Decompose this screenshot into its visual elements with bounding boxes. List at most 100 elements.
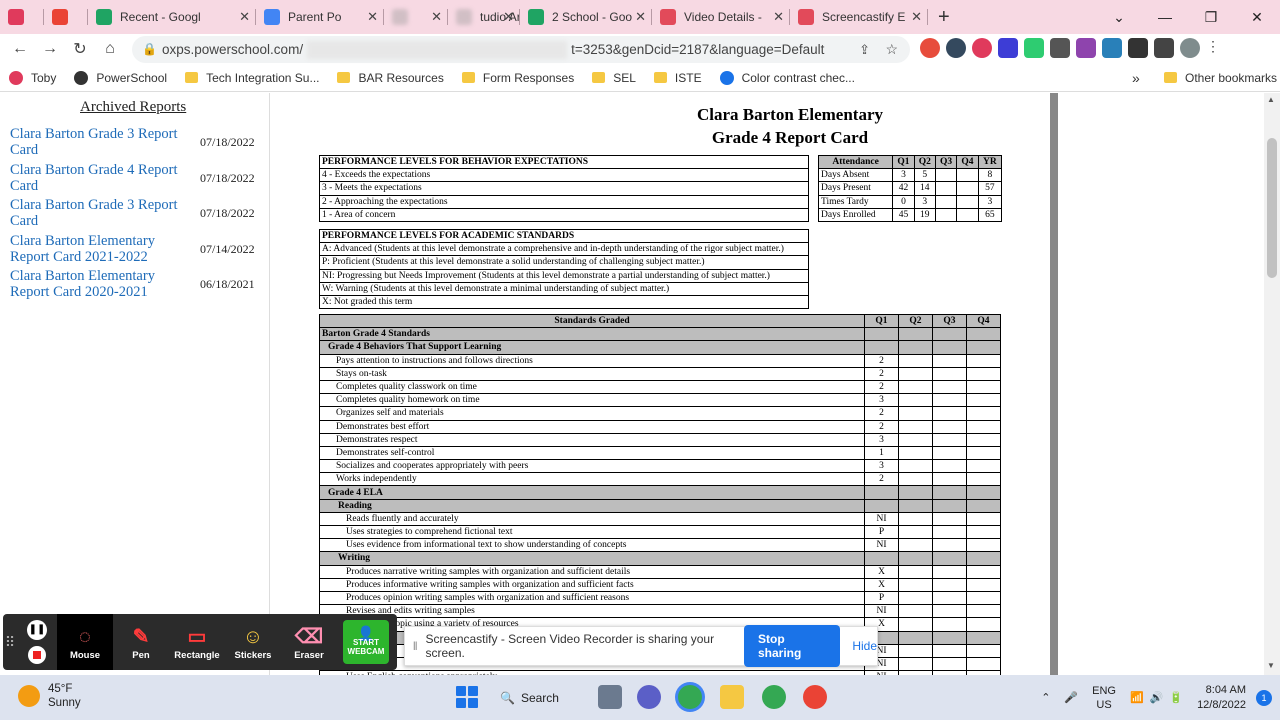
drag-handle-icon[interactable]: ⠿	[3, 634, 17, 651]
browser-tab[interactable]: Parent Po ✕	[256, 0, 384, 34]
share-icon[interactable]: ⇪	[859, 42, 870, 58]
start-button[interactable]	[456, 686, 478, 708]
side-panel-icon[interactable]	[1154, 38, 1174, 58]
gmail-icon	[52, 9, 68, 25]
puzzle-extensions-icon[interactable]	[1128, 38, 1148, 58]
home-button[interactable]: ⌂	[95, 40, 125, 58]
grade-q4	[966, 340, 1001, 355]
browser-tab[interactable]: tudio Ar ✕	[448, 0, 520, 34]
other-bookmarks-folder[interactable]: Other bookmarks	[1155, 71, 1280, 85]
bookmark-item[interactable]: SEL	[583, 71, 645, 85]
bookmark-star-icon[interactable]: ☆	[885, 41, 898, 58]
chrome-icon[interactable]	[678, 685, 702, 709]
chevron-down-icon[interactable]: ⌄	[1096, 9, 1142, 26]
close-tab-icon[interactable]: ✕	[239, 9, 250, 25]
browser-tab[interactable]: Screencastify E ✕	[790, 0, 928, 34]
browser-tab[interactable]: Video Details - ✕	[652, 0, 790, 34]
scroll-down-arrow-icon[interactable]: ▼	[1267, 661, 1275, 670]
clock[interactable]: 8:04 AM 12/8/2022	[1197, 683, 1246, 713]
close-tab-icon[interactable]: ✕	[911, 9, 922, 25]
translate-extension-icon[interactable]	[1102, 38, 1122, 58]
stop-sharing-button[interactable]: Stop sharing	[744, 625, 841, 667]
tool-stickers-button[interactable]: ☺ Stickers	[225, 614, 281, 670]
extension-icon[interactable]	[920, 38, 940, 58]
mouse-cursor-icon: ◌	[79, 625, 91, 648]
profile-avatar[interactable]	[1180, 38, 1200, 58]
chrome-profile-icon[interactable]	[803, 685, 827, 709]
close-tab-icon[interactable]: ✕	[431, 9, 442, 25]
screenshot-extension-icon[interactable]	[1050, 38, 1070, 58]
extension-icon[interactable]	[998, 38, 1018, 58]
chevron-up-icon[interactable]: ⌃	[1041, 691, 1050, 704]
archived-report-link[interactable]: Clara Barton Grade 4 Report Card	[10, 162, 190, 194]
tool-mouse-button[interactable]: ◌ Mouse	[57, 614, 113, 670]
more-bookmarks-icon[interactable]: »	[1132, 70, 1140, 86]
drag-handle-icon[interactable]: ‖	[405, 639, 425, 653]
notification-badge[interactable]: 1	[1256, 689, 1272, 706]
taskbar-search[interactable]: 🔍 Search	[500, 683, 580, 713]
browser-tab[interactable]: ✕	[384, 0, 448, 34]
minimize-button[interactable]: —	[1142, 9, 1188, 25]
file-explorer-icon[interactable]	[720, 685, 744, 709]
standards-row: Demonstrates self-control 1	[319, 445, 1001, 461]
tool-pen-button[interactable]: ✎ Pen	[113, 614, 169, 670]
tool-eraser-button[interactable]: ⌫ Eraser	[281, 614, 337, 670]
extension-icon[interactable]	[1076, 38, 1096, 58]
extension-icon[interactable]	[946, 38, 966, 58]
toby-extension-icon[interactable]	[972, 38, 992, 58]
battery-icon[interactable]: 🔋	[1169, 691, 1183, 704]
address-bar[interactable]: 🔒 oxps.powerschool.com/ t=3253&genDcid=2…	[132, 36, 910, 63]
menu-kebab-icon[interactable]: ⋮	[1206, 38, 1220, 58]
microphone-icon[interactable]: 🎤	[1064, 691, 1078, 704]
wifi-icon[interactable]: 📶	[1130, 691, 1144, 704]
scroll-up-arrow-icon[interactable]: ▲	[1267, 95, 1275, 104]
close-tab-icon[interactable]: ✕	[367, 9, 378, 25]
close-window-button[interactable]: ✕	[1234, 9, 1280, 26]
bookmark-item[interactable]: Tech Integration Su...	[176, 71, 328, 85]
back-button[interactable]: ←	[5, 40, 35, 58]
bookmark-item[interactable]: Toby	[0, 70, 65, 85]
teams-chat-icon[interactable]	[637, 685, 661, 709]
scrollbar-thumb[interactable]	[1267, 138, 1277, 278]
restore-button[interactable]: ❐	[1188, 9, 1234, 26]
academic-level-text: P: Proficient (Students at this level de…	[319, 255, 809, 270]
bookmark-item[interactable]: Form Responses	[453, 71, 583, 85]
forward-button[interactable]: →	[35, 40, 65, 58]
grade-q4	[966, 577, 1001, 592]
pen-extension-icon[interactable]	[1024, 38, 1044, 58]
volume-icon[interactable]: 🔊	[1150, 691, 1164, 704]
grade-q2	[898, 577, 933, 592]
tool-rectangle-button[interactable]: ▭ Rectangle	[169, 614, 225, 670]
hide-button[interactable]: Hide	[852, 639, 877, 653]
stop-recording-button[interactable]	[28, 646, 46, 664]
tab-separator	[927, 9, 928, 25]
browser-tab[interactable]: Recent - Googl ✕	[88, 0, 256, 34]
browser-tab[interactable]	[44, 0, 88, 34]
language-indicator[interactable]: ENG US	[1092, 684, 1116, 712]
close-tab-icon[interactable]: ✕	[773, 9, 784, 25]
archived-report-link[interactable]: Clara Barton Grade 3 Report Card	[10, 197, 190, 229]
bookmark-item[interactable]: Color contrast chec...	[711, 70, 864, 85]
bookmark-item[interactable]: ISTE	[645, 71, 711, 85]
windows-taskbar: 45°F Sunny 🔍 Search ⌃ 🎤 ENG US 📶 🔊 🔋 8:0…	[0, 675, 1280, 720]
bookmark-label: Color contrast chec...	[741, 70, 855, 85]
new-tab-button[interactable]: +	[938, 6, 950, 29]
start-webcam-button[interactable]: 👤 START WEBCAM	[343, 620, 389, 664]
close-tab-icon[interactable]: ✕	[635, 9, 646, 25]
pause-button[interactable]: ❚❚	[27, 620, 47, 640]
task-view-icon[interactable]	[598, 685, 622, 709]
bookmark-item[interactable]: PowerSchool	[65, 70, 176, 85]
reload-button[interactable]: ↻	[65, 39, 95, 59]
weather-widget[interactable]: 45°F Sunny	[18, 682, 81, 710]
chrome-profile-icon[interactable]	[762, 685, 786, 709]
bookmark-item[interactable]: BAR Resources	[328, 71, 452, 85]
archived-report-link[interactable]: Clara Barton Grade 3 Report Card	[10, 126, 190, 158]
archived-report-item: Clara Barton Grade 4 Report Card 07/18/20…	[10, 162, 260, 195]
archived-report-link[interactable]: Clara Barton Elementary Report Card 2020…	[10, 268, 190, 300]
page-scrollbar[interactable]: ▲ ▼	[1264, 93, 1280, 675]
browser-tab[interactable]: 2 School - Goo ✕	[520, 0, 652, 34]
archived-reports-title: Archived Reports	[80, 99, 187, 115]
close-tab-icon[interactable]: ✕	[503, 9, 514, 25]
archived-report-link[interactable]: Clara Barton Elementary Report Card 2021…	[10, 233, 190, 265]
browser-tab[interactable]	[0, 0, 44, 34]
